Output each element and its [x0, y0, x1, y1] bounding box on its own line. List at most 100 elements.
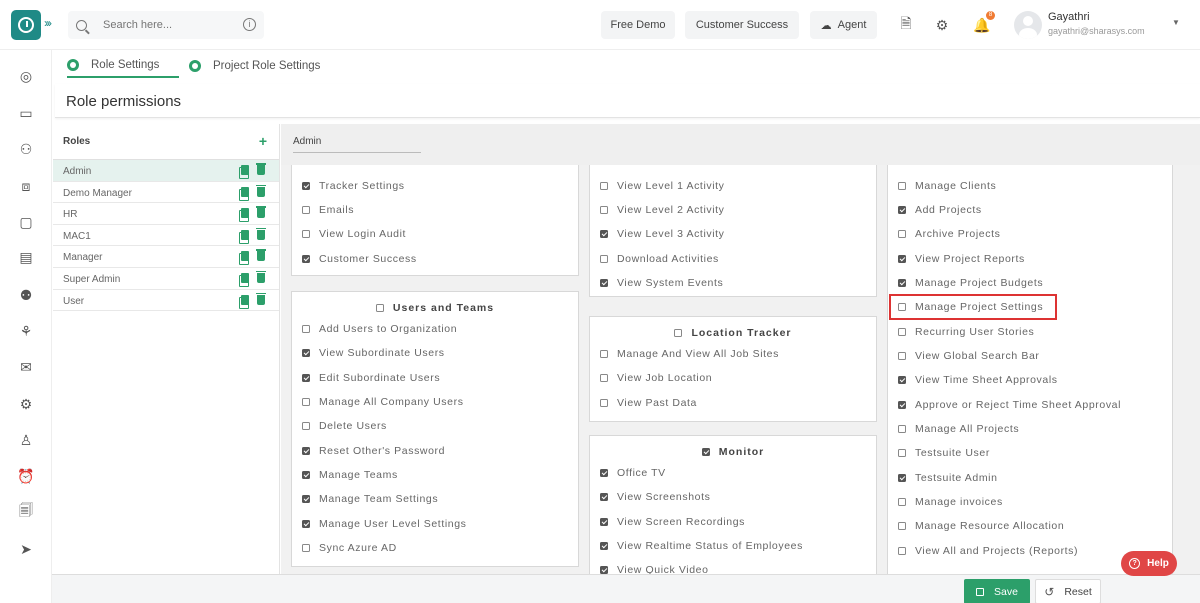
checkbox[interactable]: [600, 279, 608, 287]
mail-icon[interactable]: ✉: [17, 358, 35, 376]
document-icon[interactable]: 🗎: [895, 14, 917, 36]
permission-item[interactable]: View Global Search Bar: [898, 350, 1039, 362]
calendar-icon[interactable]: ▭: [17, 104, 35, 122]
checkbox[interactable]: [600, 350, 608, 358]
checkbox[interactable]: [898, 328, 906, 336]
permission-item[interactable]: Download Activities: [600, 253, 719, 265]
permission-item[interactable]: Manage All Projects: [898, 423, 1019, 435]
checkbox[interactable]: [600, 255, 608, 263]
copy-icon[interactable]: [239, 272, 249, 287]
permission-item[interactable]: Manage Team Settings: [302, 493, 438, 505]
app-logo[interactable]: [11, 10, 41, 40]
permission-item[interactable]: View All and Projects (Reports): [898, 545, 1078, 557]
permission-item[interactable]: Manage Teams: [302, 469, 398, 481]
checkbox[interactable]: [898, 206, 906, 214]
permission-item[interactable]: View Level 2 Activity: [600, 204, 725, 216]
permission-item[interactable]: View Job Location: [600, 372, 712, 384]
checkbox[interactable]: [302, 325, 310, 333]
permission-item[interactable]: Manage And View All Job Sites: [600, 348, 779, 360]
add-role-button[interactable]: +: [259, 133, 267, 149]
checkbox[interactable]: [898, 255, 906, 263]
checkbox[interactable]: [600, 206, 608, 214]
help-button[interactable]: ? Help: [1121, 551, 1177, 576]
checkbox[interactable]: [600, 493, 608, 501]
trash-icon[interactable]: [256, 249, 266, 262]
permission-item[interactable]: Manage User Level Settings: [302, 518, 467, 530]
team-icon[interactable]: ⚘: [17, 322, 35, 340]
permission-item[interactable]: View System Events: [600, 277, 723, 289]
permission-item[interactable]: Archive Projects: [898, 228, 1000, 240]
role-row[interactable]: Demo Manager: [53, 182, 279, 204]
checkbox[interactable]: [600, 230, 608, 238]
trash-icon[interactable]: [256, 184, 266, 197]
checkbox[interactable]: [302, 447, 310, 455]
permission-item[interactable]: Testsuite Admin: [898, 472, 998, 484]
checkbox[interactable]: [302, 520, 310, 528]
permission-item[interactable]: View Level 1 Activity: [600, 180, 725, 192]
permission-item[interactable]: Delete Users: [302, 420, 387, 432]
expand-sidebar-icon[interactable]: ›››: [44, 16, 52, 30]
permission-item[interactable]: Sync Azure AD: [302, 542, 397, 554]
permission-item[interactable]: View Level 3 Activity: [600, 228, 725, 240]
card-icon[interactable]: ▤: [17, 248, 35, 266]
checkbox[interactable]: [302, 398, 310, 406]
checkbox[interactable]: [898, 449, 906, 457]
permission-item[interactable]: View Screenshots: [600, 491, 710, 503]
checkbox[interactable]: [898, 401, 906, 409]
permission-item[interactable]: View Past Data: [600, 397, 697, 409]
copy-icon[interactable]: [239, 165, 249, 179]
reset-button[interactable]: ↺ Reset: [1035, 579, 1101, 603]
checkbox[interactable]: [600, 182, 608, 190]
role-row[interactable]: HR: [53, 203, 279, 225]
checkbox[interactable]: [600, 374, 608, 382]
tab-project-role-settings[interactable]: Project Role Settings: [189, 54, 339, 78]
report-icon[interactable]: 🗐: [17, 502, 35, 521]
role-row[interactable]: Super Admin: [53, 268, 279, 290]
checkbox[interactable]: [898, 279, 906, 287]
checkbox[interactable]: [898, 230, 906, 238]
permission-item[interactable]: View Subordinate Users: [302, 347, 445, 359]
trash-icon[interactable]: [256, 163, 266, 175]
info-icon[interactable]: i: [243, 18, 256, 31]
checkbox[interactable]: [898, 522, 906, 530]
permission-item[interactable]: Add Projects: [898, 204, 982, 216]
select-all-checkbox[interactable]: [674, 329, 683, 337]
permission-item[interactable]: View Project Reports: [898, 253, 1025, 265]
monitor-icon[interactable]: ▢: [17, 213, 35, 231]
role-row[interactable]: User: [53, 290, 279, 312]
customer-success-button[interactable]: Customer Success: [685, 11, 799, 39]
checkbox[interactable]: [600, 542, 608, 550]
permission-item[interactable]: Manage Project Budgets: [898, 277, 1043, 289]
checkbox[interactable]: [600, 399, 608, 407]
permission-item[interactable]: View Time Sheet Approvals: [898, 374, 1058, 386]
role-row[interactable]: Manager: [53, 246, 279, 268]
checkbox[interactable]: [302, 349, 310, 357]
checkbox[interactable]: [898, 474, 906, 482]
trash-icon[interactable]: [256, 227, 266, 240]
role-row[interactable]: MAC1: [53, 225, 279, 247]
checkbox[interactable]: [898, 425, 906, 433]
permission-item[interactable]: View Realtime Status of Employees: [600, 540, 803, 552]
permission-item[interactable]: Manage Clients: [898, 180, 996, 192]
trash-icon[interactable]: [256, 270, 266, 283]
checkbox[interactable]: [302, 471, 310, 479]
checkbox[interactable]: [302, 230, 310, 238]
permission-item[interactable]: Office TV: [600, 467, 666, 479]
copy-icon[interactable]: [239, 251, 249, 266]
gear-icon[interactable]: ⚙: [17, 395, 35, 413]
permission-item[interactable]: Tracker Settings: [302, 180, 405, 192]
permission-item[interactable]: Approve or Reject Time Sheet Approval: [898, 399, 1121, 411]
checkbox[interactable]: [898, 498, 906, 506]
permission-item[interactable]: Add Users to Organization: [302, 323, 457, 335]
checkbox[interactable]: [302, 495, 310, 503]
permission-item[interactable]: Manage Resource Allocation: [898, 520, 1064, 532]
permission-item[interactable]: Emails: [302, 204, 354, 216]
checkbox[interactable]: [302, 422, 310, 430]
checkbox[interactable]: [600, 566, 608, 574]
briefcase-icon[interactable]: ⧈: [17, 177, 35, 195]
checkbox[interactable]: [302, 374, 310, 382]
checkbox[interactable]: [302, 206, 310, 214]
checkbox[interactable]: [600, 518, 608, 526]
agent-button[interactable]: ☁ Agent: [810, 11, 877, 39]
checkbox[interactable]: [898, 352, 906, 360]
